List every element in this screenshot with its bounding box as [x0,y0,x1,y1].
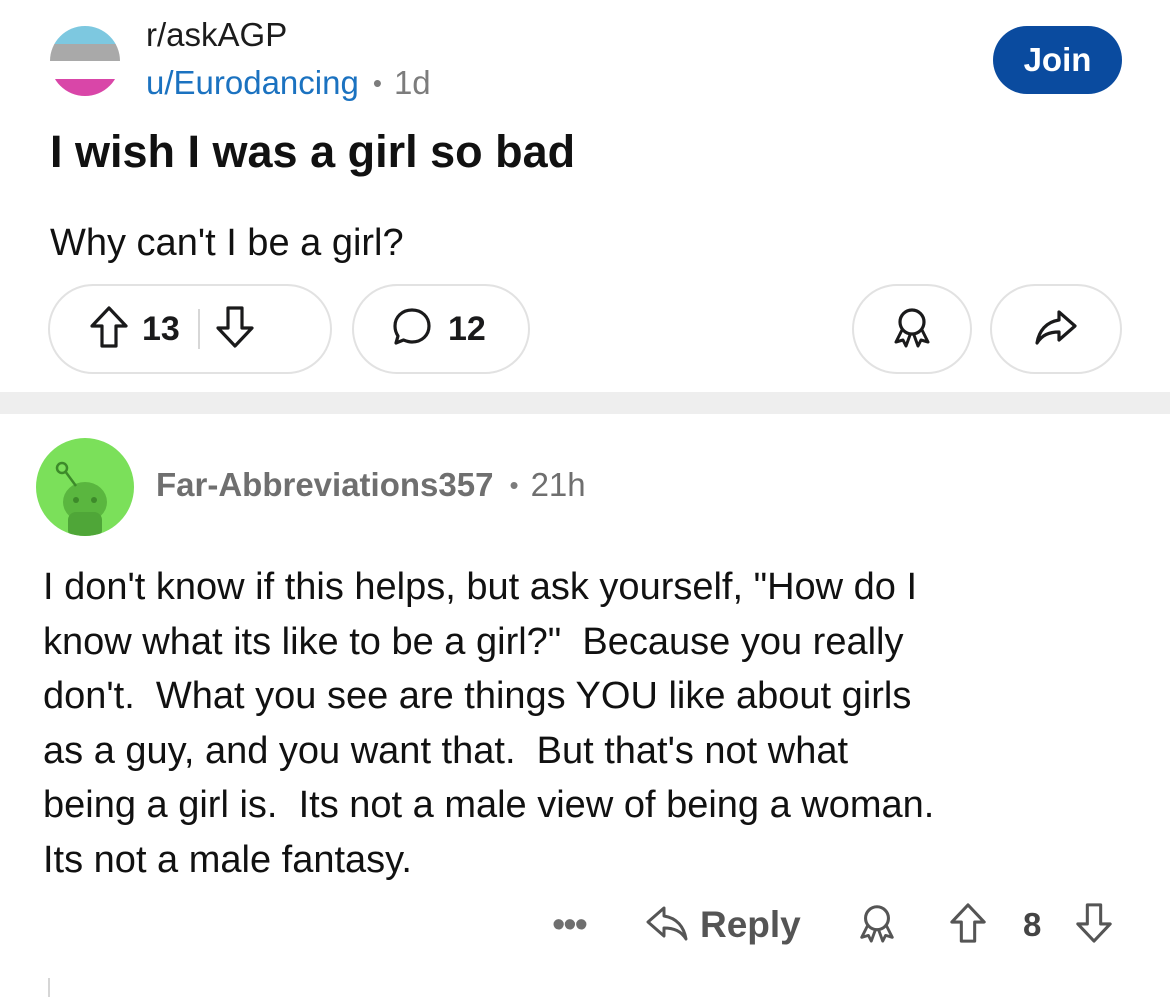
award-button[interactable] [852,284,972,374]
comment-line: as a guy, and you want that. But that's … [43,729,849,772]
comment-line: I don't know if this helps, but ask your… [43,566,918,608]
upvote-arrow-icon [948,901,988,950]
section-divider [0,392,1170,414]
thread-line[interactable] [48,978,50,997]
subreddit-avatar[interactable] [50,26,120,96]
byline-separator: • [372,67,382,98]
comment-score: 8 [1023,906,1042,943]
reply-label: Reply [700,904,801,945]
vote-divider [197,309,200,349]
join-button[interactable]: Join [993,26,1122,94]
post-score: 13 [142,309,180,348]
comment-line: being a girl is. Its not a male view of … [43,784,935,826]
post-title: I wish I was a girl so bad [50,126,576,177]
comment-upvote-button[interactable] [948,892,988,958]
comment-line: don't. What you see are things YOU like … [43,675,912,717]
downvote-arrow-icon[interactable] [214,304,256,355]
post-vote-bar: 13 [48,284,332,374]
share-arrow-icon [1033,307,1079,352]
comment-downvote-button[interactable] [1074,892,1114,958]
comment-body: I don't know if this helps, but ask your… [43,560,1133,887]
downvote-arrow-icon [1074,901,1114,950]
award-icon [890,304,934,355]
comment-more-button[interactable]: ••• [552,892,588,958]
share-button[interactable] [990,284,1122,374]
comment-meta-separator: • [509,469,519,500]
reply-arrow-icon [644,903,690,948]
comment-line: know what its like to be a girl?" Becaus… [43,620,904,663]
post-byline: u/Eurodancing • 1d [146,64,431,102]
comment-age: 21h [530,466,586,503]
comment-count: 12 [448,309,486,348]
comments-button[interactable]: 12 [352,284,530,374]
speech-bubble-icon [390,305,434,354]
reply-button[interactable]: Reply [644,892,801,958]
commenter-avatar[interactable] [36,438,134,536]
upvote-arrow-icon[interactable] [88,304,130,355]
award-icon [856,901,898,950]
post-author-link[interactable]: u/Eurodancing [146,64,359,102]
subreddit-name[interactable]: r/askAGP [146,16,287,54]
comment-award-button[interactable] [856,892,898,958]
comment-line: Its not a male fantasy. [43,838,412,881]
comment-meta: Far-Abbreviations357 • 21h [156,466,586,504]
post-age: 1d [393,64,431,101]
post-body: Why can't I be a girl? [50,222,404,264]
comment-author-link[interactable]: Far-Abbreviations357 [156,466,493,504]
